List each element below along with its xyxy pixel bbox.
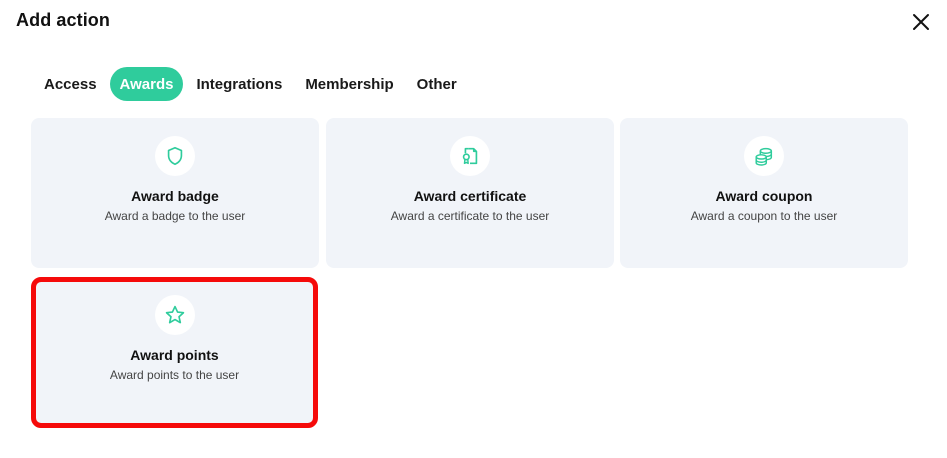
star-icon [165,305,184,324]
certificate-icon [462,147,478,165]
close-button[interactable] [907,8,935,36]
icon-circle [154,295,195,335]
tab-other[interactable]: Other [407,67,467,101]
card-title: Award coupon [715,188,813,204]
tab-integrations[interactable]: Integrations [186,67,292,101]
icon-circle [155,136,195,176]
icon-circle [744,136,784,176]
award-badge-card[interactable]: Award badge Award a badge to the user [31,118,319,268]
tab-access[interactable]: Access [34,67,107,101]
shield-icon [167,146,183,166]
card-title: Award badge [131,188,219,204]
card-title: Award certificate [413,188,527,204]
award-coupon-card[interactable]: Award coupon Award a coupon to the user [620,118,908,268]
card-description: Award a badge to the user [104,209,246,223]
tab-membership[interactable]: Membership [295,67,403,101]
award-points-card[interactable]: Award points Award points to the user [31,277,318,428]
tab-awards[interactable]: Awards [109,67,184,101]
icon-circle [450,136,490,176]
card-description: Award points to the user [109,368,240,382]
add-action-dialog: Add action Access Awards Integrations Me… [0,0,947,458]
coins-icon [755,147,773,166]
dialog-title: Add action [16,10,110,30]
close-icon [913,14,929,30]
card-description: Award a certificate to the user [390,209,550,223]
card-title: Award points [130,347,219,363]
action-category-tabs: Access Awards Integrations Membership Ot… [34,67,470,101]
award-certificate-card[interactable]: Award certificate Award a certificate to… [326,118,614,268]
card-description: Award a coupon to the user [690,209,838,223]
